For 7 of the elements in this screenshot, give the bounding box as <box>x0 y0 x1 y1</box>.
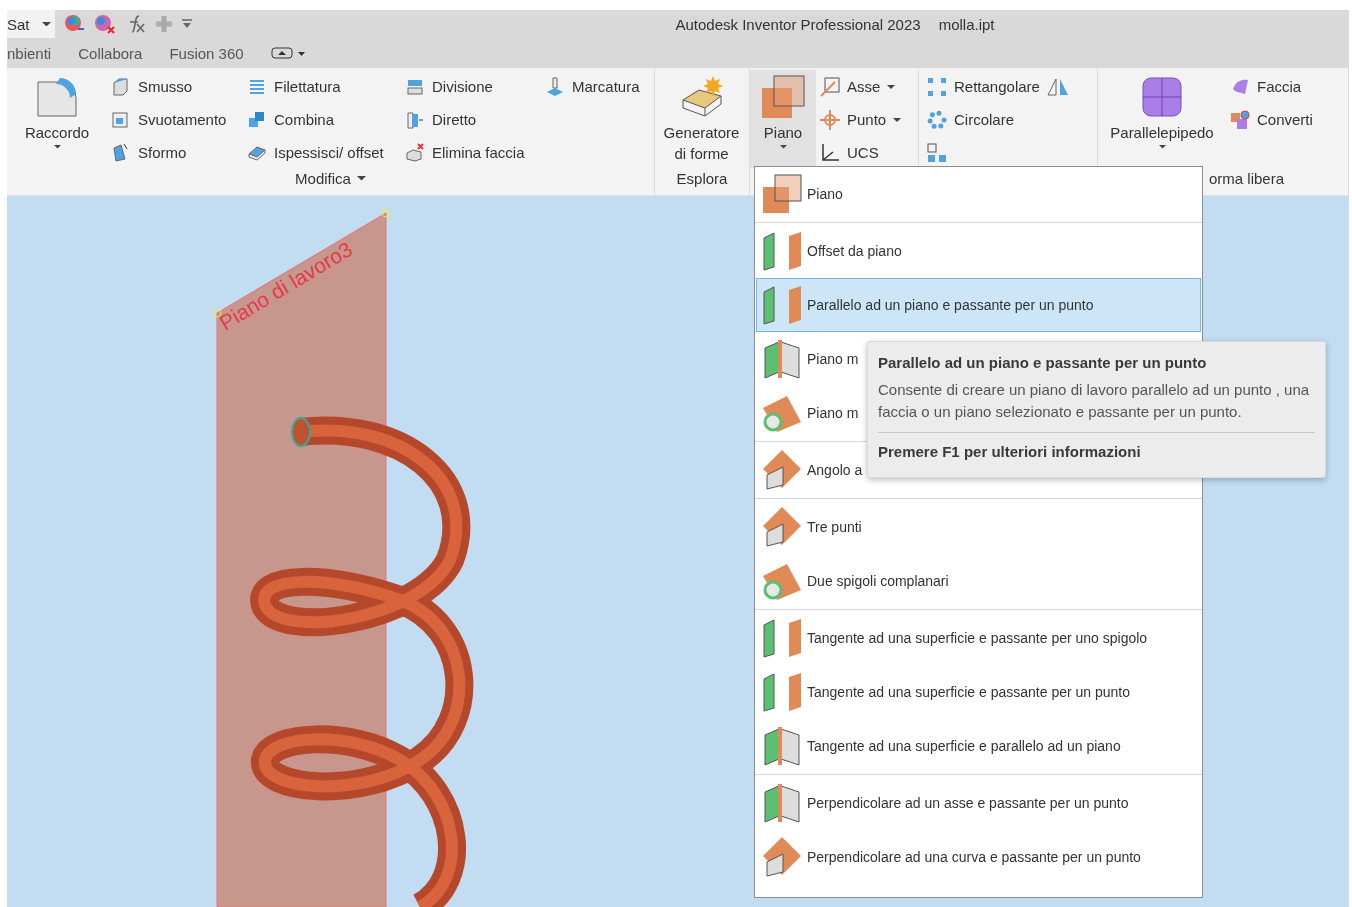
window-title: Autodesk Inventor Professional 2023 <box>675 15 921 33</box>
tooltip-title: Parallelo ad un piano e passante per un punto <box>878 354 1208 371</box>
group-label: Esplora <box>676 170 728 187</box>
group-label: orma libera <box>1208 170 1284 187</box>
tooltip-help: Premere F1 per ulteriori informazioni <box>878 443 1142 460</box>
tooltip-description: Consente di creare un piano di lavoro parallelo ad un punto , una faccia o un piano selezionato e passante per un punto. <box>878 380 1311 422</box>
file-name: molla.ipt <box>938 15 995 33</box>
